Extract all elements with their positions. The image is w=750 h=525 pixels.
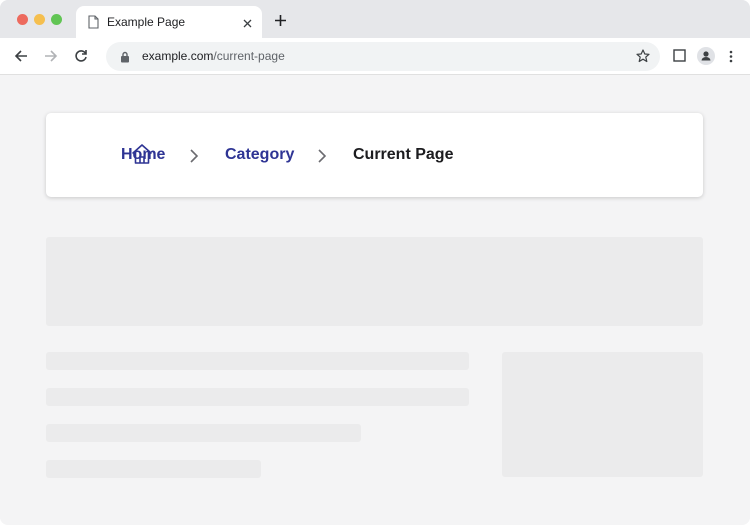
skeleton-text-line	[46, 352, 469, 370]
new-tab-icon[interactable]	[274, 14, 287, 32]
forward-arrow-icon[interactable]	[44, 49, 58, 68]
more-menu-icon[interactable]	[729, 50, 733, 68]
breadcrumb-link-home[interactable]: Home	[121, 146, 165, 164]
skeleton-text-line	[46, 460, 261, 478]
tab-strip: Example Page	[0, 0, 750, 38]
profile-avatar-icon[interactable]	[697, 47, 715, 70]
browser-window: Example Page example.com/current-page Ho…	[0, 0, 750, 525]
document-icon	[88, 15, 99, 34]
minimize-window-button[interactable]	[34, 14, 45, 25]
close-window-button[interactable]	[17, 14, 28, 25]
skeleton-text-line	[46, 424, 361, 442]
maximize-window-button[interactable]	[51, 14, 62, 25]
breadcrumb-current-page: Current Page	[353, 146, 454, 163]
chevron-right-icon	[189, 148, 199, 169]
browser-toolbar: example.com/current-page	[0, 38, 750, 75]
browser-tab[interactable]: Example Page	[76, 6, 262, 38]
skeleton-sidebar-card	[502, 352, 703, 477]
lock-icon[interactable]	[120, 50, 130, 68]
breadcrumb: Home Category Current Page	[46, 113, 703, 197]
address-bar[interactable]: example.com/current-page	[106, 42, 660, 71]
skeleton-text-line	[46, 388, 469, 406]
back-arrow-icon[interactable]	[14, 49, 28, 68]
tab-title: Example Page	[107, 15, 186, 29]
breadcrumb-link-category[interactable]: Category	[225, 146, 294, 164]
url-domain: example.com	[142, 49, 214, 63]
reload-icon[interactable]	[74, 49, 88, 68]
bookmark-star-icon[interactable]	[636, 49, 650, 68]
page-content: Home Category Current Page	[0, 76, 750, 525]
skeleton-hero-block	[46, 237, 703, 326]
url-path: /current-page	[213, 49, 285, 63]
chevron-right-icon	[317, 148, 327, 169]
tab-close-icon[interactable]	[242, 16, 253, 34]
url-text[interactable]: example.com/current-page	[142, 49, 285, 63]
tab-search-square-icon[interactable]	[673, 49, 686, 67]
